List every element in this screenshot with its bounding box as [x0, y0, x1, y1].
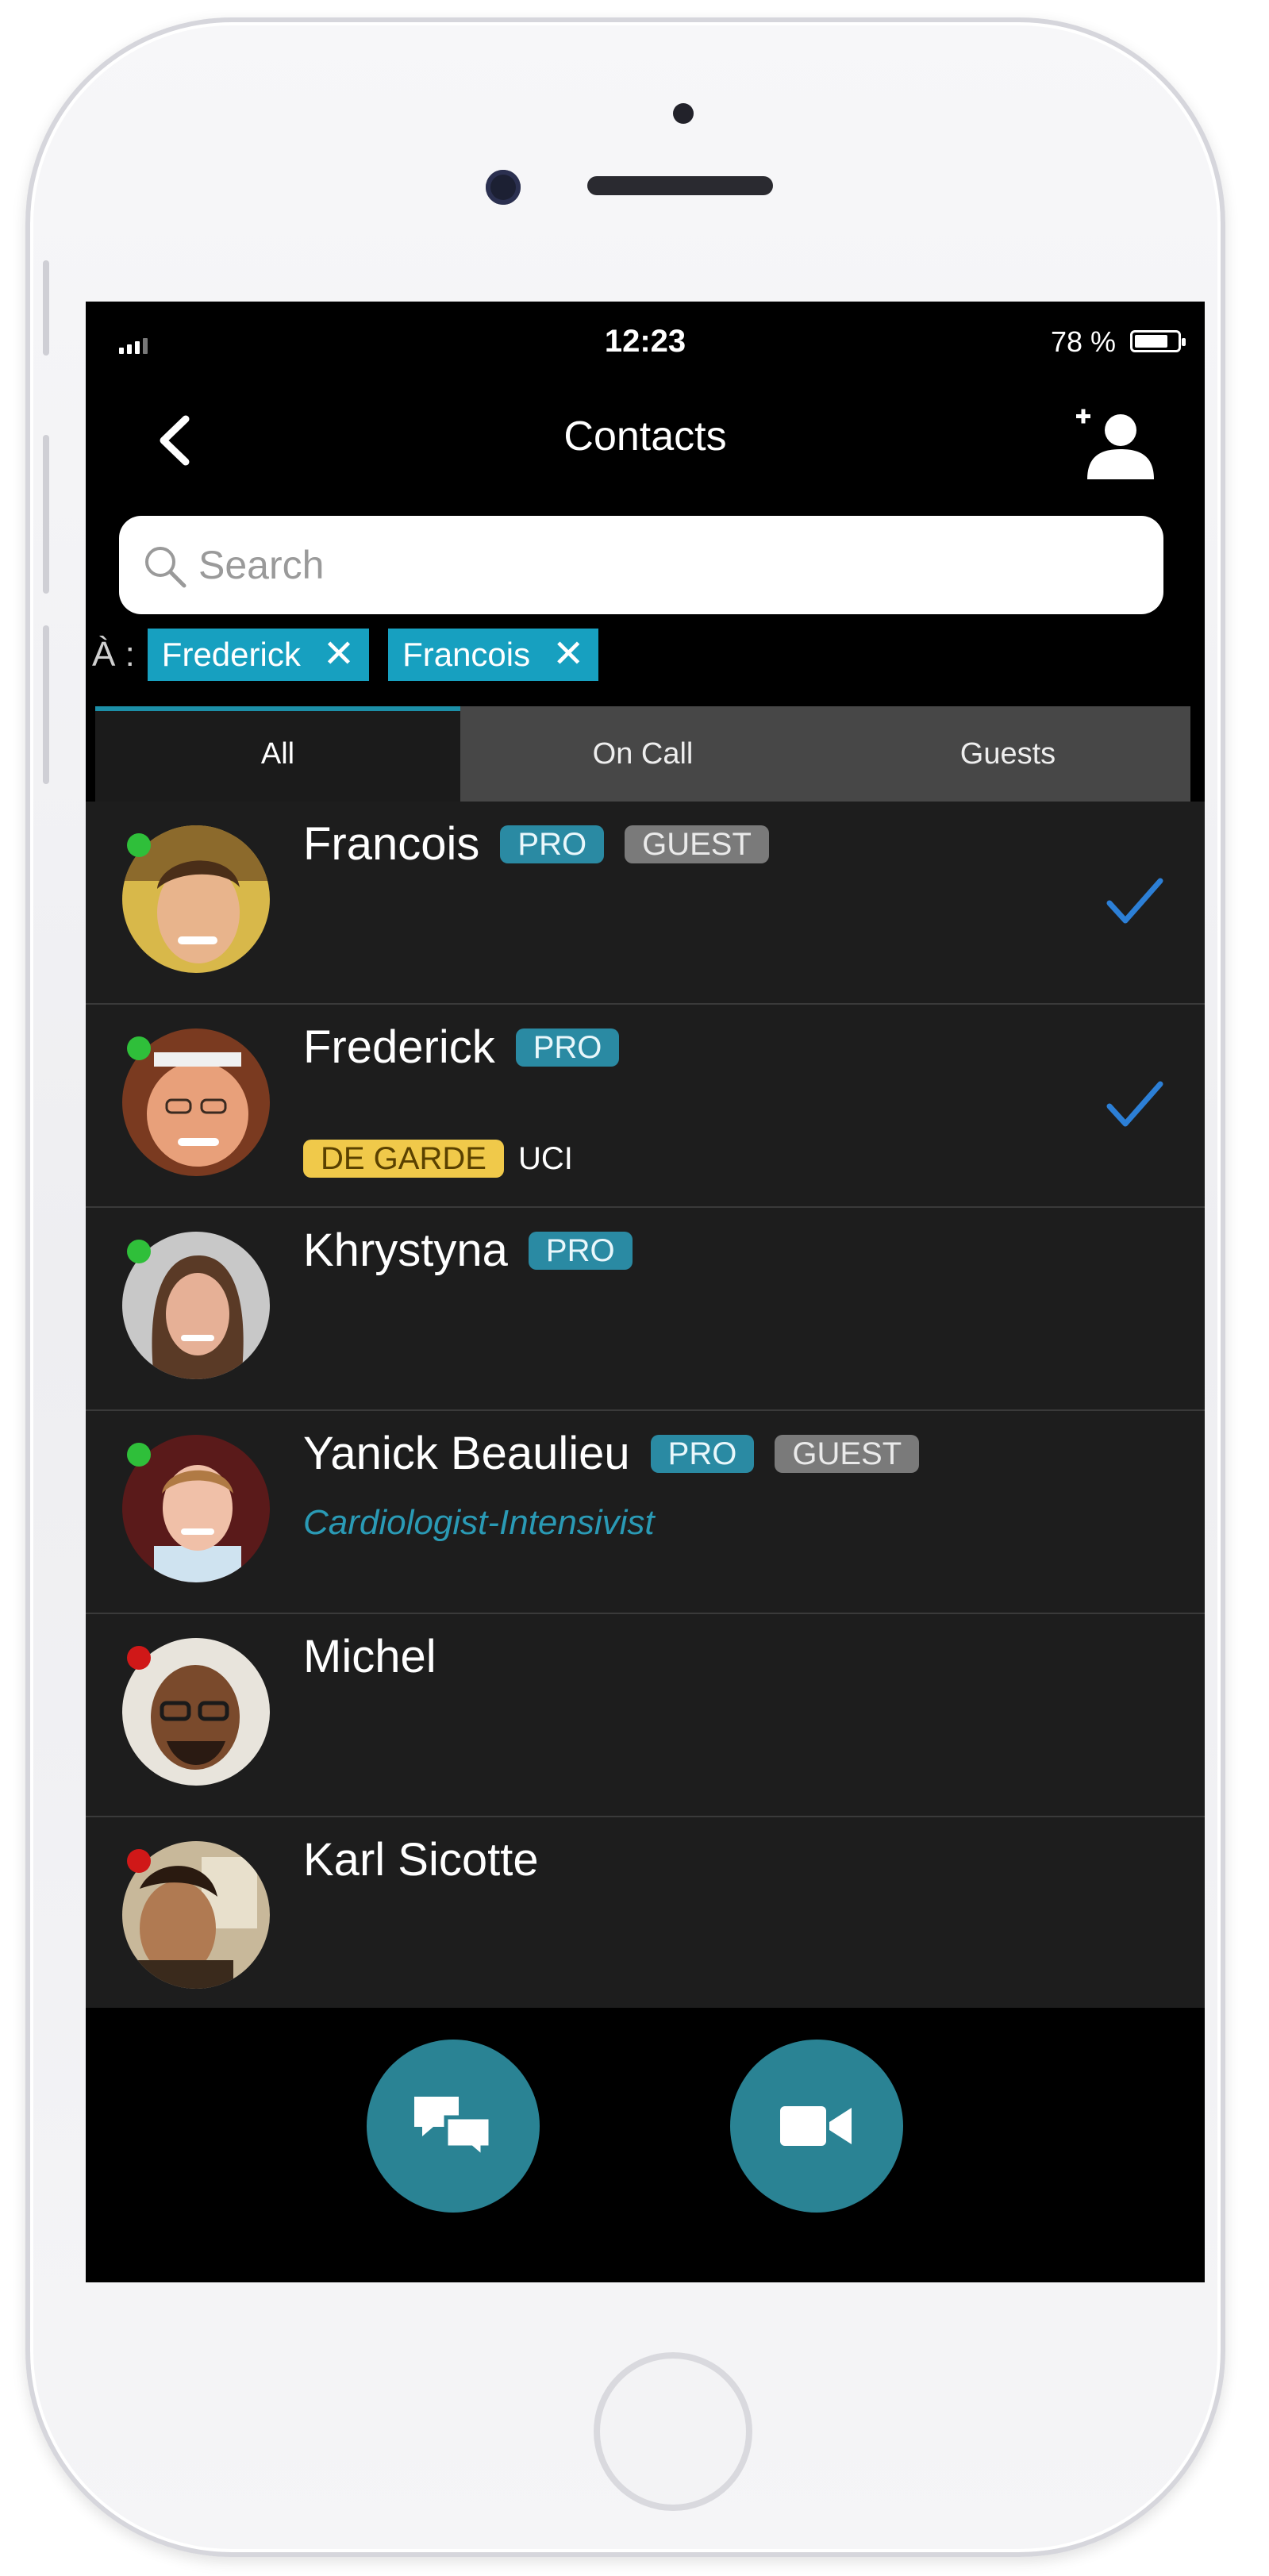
tab-all[interactable]: All: [95, 706, 460, 802]
page-title: Contacts: [563, 413, 727, 459]
pro-badge: PRO: [500, 825, 605, 863]
contact-row[interactable]: Frederick PRO DE GARDE UCI: [86, 1005, 1205, 1208]
presence-indicator: [127, 1443, 151, 1467]
recipient-chip[interactable]: Frederick ✕: [147, 629, 370, 681]
front-camera: [486, 170, 521, 205]
pro-badge: PRO: [528, 1231, 633, 1270]
checkmark-icon: [1106, 1081, 1163, 1127]
contact-name-line: Francois PRO GUEST: [303, 817, 790, 871]
video-camera-icon: [780, 2106, 852, 2146]
contact-row[interactable]: Francois PRO GUEST: [86, 802, 1205, 1005]
contact-name: Karl Sicotte: [303, 1834, 539, 1886]
contact-name: Michel: [303, 1631, 436, 1682]
add-contact-button[interactable]: [1070, 403, 1157, 483]
search-icon: [145, 547, 187, 588]
contact-name-line: Khrystyna PRO: [303, 1224, 653, 1277]
contact-row[interactable]: Michel: [86, 1614, 1205, 1817]
contact-row[interactable]: Karl Sicotte: [86, 1817, 1205, 2008]
search-input[interactable]: [198, 516, 1135, 614]
mute-switch: [43, 260, 49, 356]
close-icon[interactable]: ✕: [323, 636, 355, 674]
close-icon[interactable]: ✕: [552, 636, 584, 674]
contact-name-line: Karl Sicotte: [303, 1833, 560, 1886]
add-person-icon: [1076, 409, 1154, 479]
volume-down-button: [43, 625, 49, 784]
chip-label: Frederick: [161, 636, 301, 673]
chat-bubbles-icon: [414, 2097, 493, 2162]
contact-name: Francois: [303, 818, 480, 870]
presence-indicator: [127, 1240, 151, 1263]
chip-label: Francois: [402, 636, 531, 673]
volume-up-button: [43, 435, 49, 594]
chat-button[interactable]: [367, 2040, 540, 2213]
home-button[interactable]: [594, 2352, 752, 2511]
contact-title: Cardiologist-Intensivist: [303, 1503, 655, 1542]
contact-row[interactable]: Yanick Beaulieu PRO GUEST Cardiologist-I…: [86, 1411, 1205, 1614]
contact-name: Yanick Beaulieu: [303, 1428, 630, 1479]
presence-indicator: [127, 833, 151, 857]
filter-tabs: All On Call Guests: [95, 706, 1190, 802]
navigation-bar: Contacts: [86, 373, 1205, 500]
contact-name-line: Frederick PRO: [303, 1021, 640, 1074]
recipients-label: À :: [92, 635, 135, 674]
presence-indicator: [127, 1036, 151, 1060]
on-call-line: DE GARDE UCI: [303, 1140, 573, 1178]
pro-badge: PRO: [650, 1434, 755, 1473]
on-call-badge: DE GARDE: [303, 1140, 504, 1178]
pro-badge: PRO: [515, 1028, 620, 1067]
presence-indicator: [127, 1849, 151, 1873]
video-call-button[interactable]: [730, 2040, 903, 2213]
battery-icon: [1130, 330, 1186, 352]
guest-badge: GUEST: [775, 1434, 920, 1473]
tab-guests[interactable]: Guests: [825, 706, 1190, 802]
recipients-row: À : Frederick ✕ Francois ✕: [86, 627, 617, 682]
presence-indicator: [127, 1646, 151, 1670]
recipient-chip[interactable]: Francois ✕: [388, 629, 599, 681]
contact-row[interactable]: Khrystyna PRO: [86, 1208, 1205, 1411]
search-bar[interactable]: [119, 516, 1163, 614]
contact-name-line: Yanick Beaulieu PRO GUEST: [303, 1427, 940, 1480]
contact-name-line: Michel: [303, 1630, 457, 1683]
status-bar: 12:23 78 %: [86, 302, 1205, 373]
contact-list: Francois PRO GUEST Frederick PRO DE GARD…: [86, 802, 1205, 2008]
contact-name: Khrystyna: [303, 1225, 508, 1276]
guest-badge: GUEST: [625, 825, 769, 863]
app-screen: 12:23 78 % Contacts À :: [86, 302, 1205, 2282]
bottom-action-bar: [86, 2008, 1205, 2282]
earpiece-speaker: [587, 176, 773, 195]
unit-label: UCI: [517, 1140, 573, 1176]
checkmark-icon: [1106, 878, 1163, 924]
battery-percentage: 78 %: [1050, 325, 1116, 358]
contact-name: Frederick: [303, 1021, 495, 1073]
tab-on-call[interactable]: On Call: [460, 706, 825, 802]
status-time: 12:23: [604, 324, 686, 359]
proximity-sensor: [673, 103, 694, 124]
